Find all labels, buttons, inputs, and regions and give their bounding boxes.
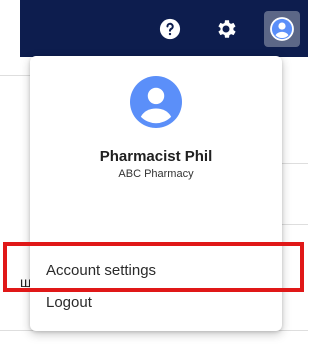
organization-name: ABC Pharmacy — [118, 168, 194, 180]
settings-gear-icon[interactable] — [208, 11, 244, 47]
help-icon[interactable] — [152, 11, 188, 47]
account-menu: Pharmacist Phil ABC Pharmacy Account set… — [30, 56, 282, 331]
user-avatar-icon — [130, 76, 182, 128]
top-app-bar — [20, 0, 308, 57]
account-settings-menu-item[interactable]: Account settings — [30, 256, 282, 286]
background-divider — [0, 75, 30, 76]
account-circle-icon[interactable] — [264, 11, 300, 47]
background-divider — [282, 224, 308, 225]
background-divider — [282, 163, 308, 164]
user-name: Pharmacist Phil — [99, 148, 213, 165]
logout-menu-item[interactable]: Logout — [30, 288, 282, 318]
